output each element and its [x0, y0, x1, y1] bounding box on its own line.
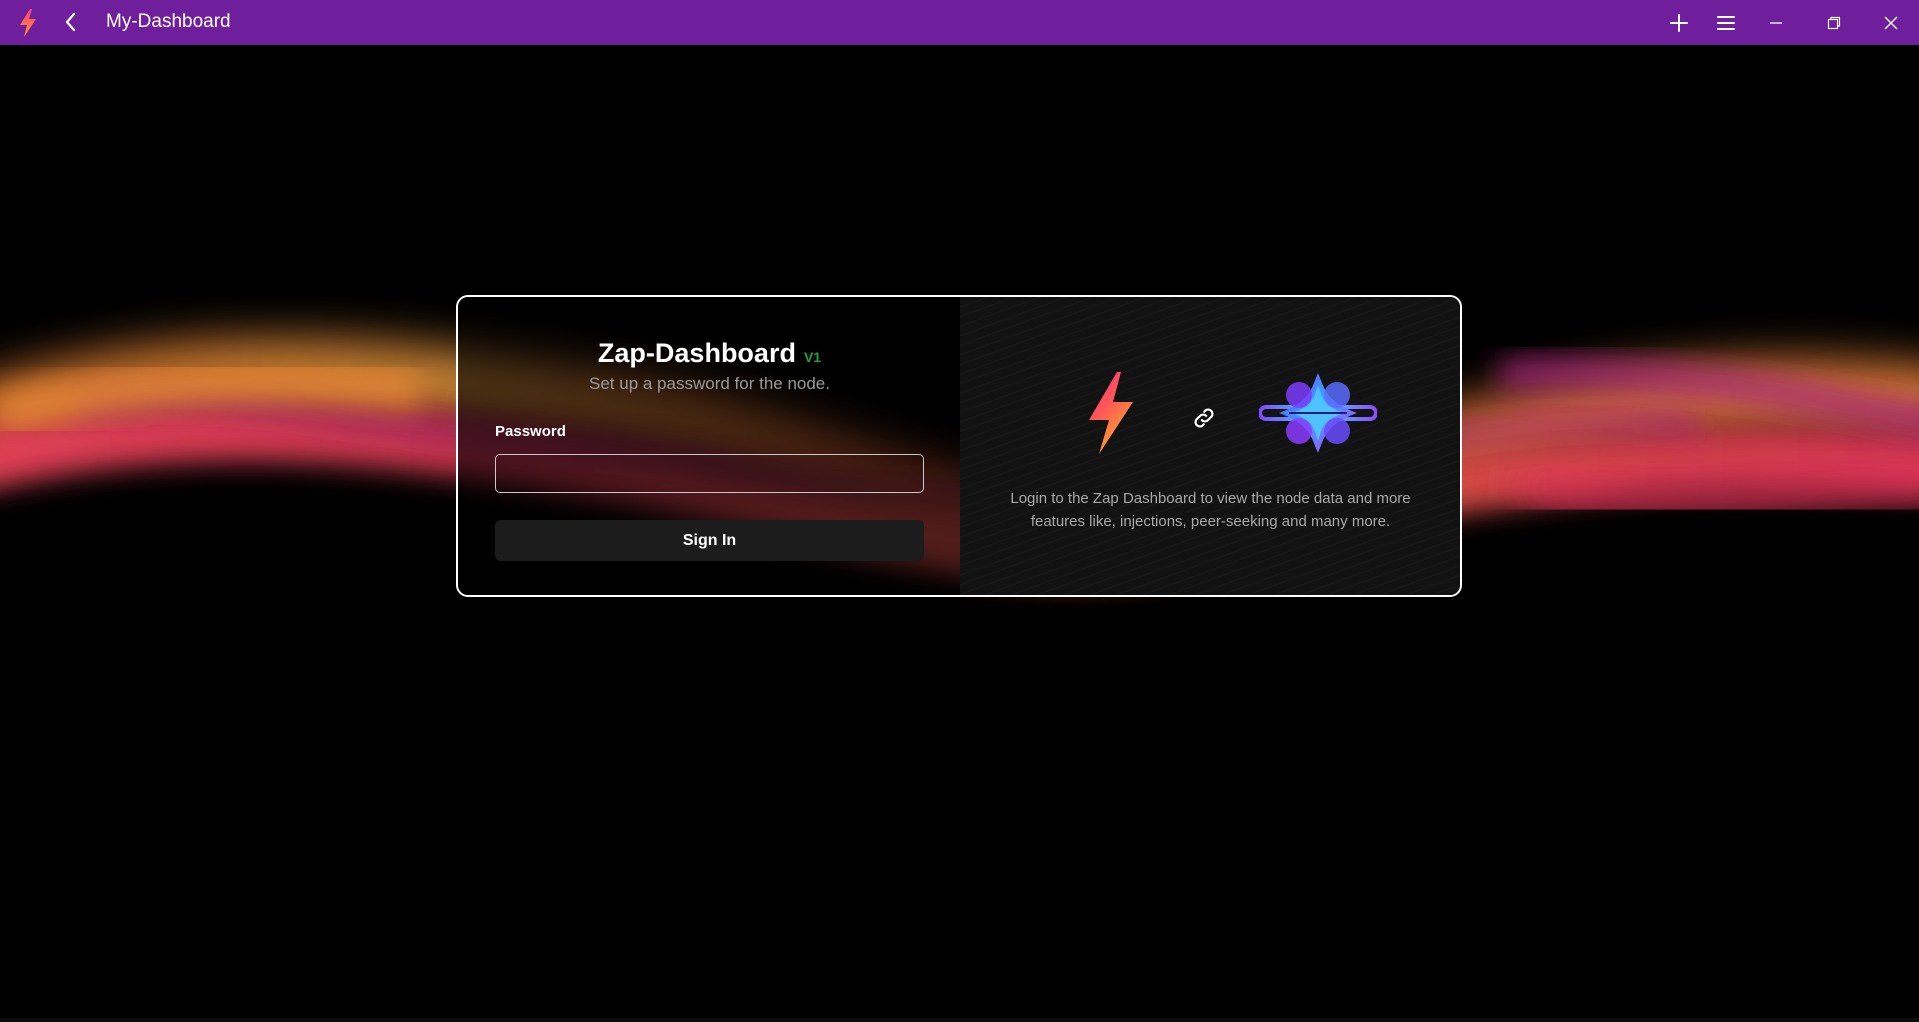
link-icon	[1194, 408, 1214, 428]
node-star-logo	[1259, 373, 1377, 453]
password-input[interactable]	[495, 454, 924, 493]
chevron-left-icon[interactable]	[61, 10, 81, 34]
info-description: Login to the Zap Dashboard to view the n…	[1010, 490, 1411, 530]
minimize-button[interactable]	[1761, 8, 1791, 38]
close-icon	[1884, 16, 1898, 30]
password-label: Password	[495, 423, 566, 440]
zap-bolt-logo	[1089, 372, 1133, 454]
close-button[interactable]	[1876, 8, 1906, 38]
restore-button[interactable]	[1819, 8, 1849, 38]
login-card: Zap-Dashboard V1 Set up a password for th…	[456, 295, 1462, 597]
bottom-border	[0, 1018, 1919, 1022]
plus-icon	[1670, 14, 1688, 32]
restore-icon	[1827, 16, 1841, 30]
form-subtitle: Set up a password for the node.	[589, 374, 830, 393]
info-panel: Login to the Zap Dashboard to view the n…	[960, 297, 1460, 595]
version-badge: V1	[803, 349, 822, 365]
brand-title: Zap-Dashboard	[597, 338, 796, 368]
hamburger-menu-icon	[1717, 16, 1735, 30]
brand-heading: Zap-Dashboard V1	[458, 338, 961, 369]
menu-button[interactable]	[1711, 8, 1741, 38]
minimize-icon	[1770, 22, 1782, 24]
zap-bolt-icon	[20, 9, 36, 37]
login-form-panel: Zap-Dashboard V1 Set up a password for th…	[458, 297, 960, 595]
sign-in-button[interactable]: Sign In	[495, 520, 924, 561]
title-bar: My-Dashboard	[0, 0, 1919, 45]
add-button[interactable]	[1664, 8, 1694, 38]
window-title: My-Dashboard	[106, 11, 231, 32]
app-window: My-Dashboard Zap-Dashboard V1 Set up a p…	[0, 0, 1919, 1022]
